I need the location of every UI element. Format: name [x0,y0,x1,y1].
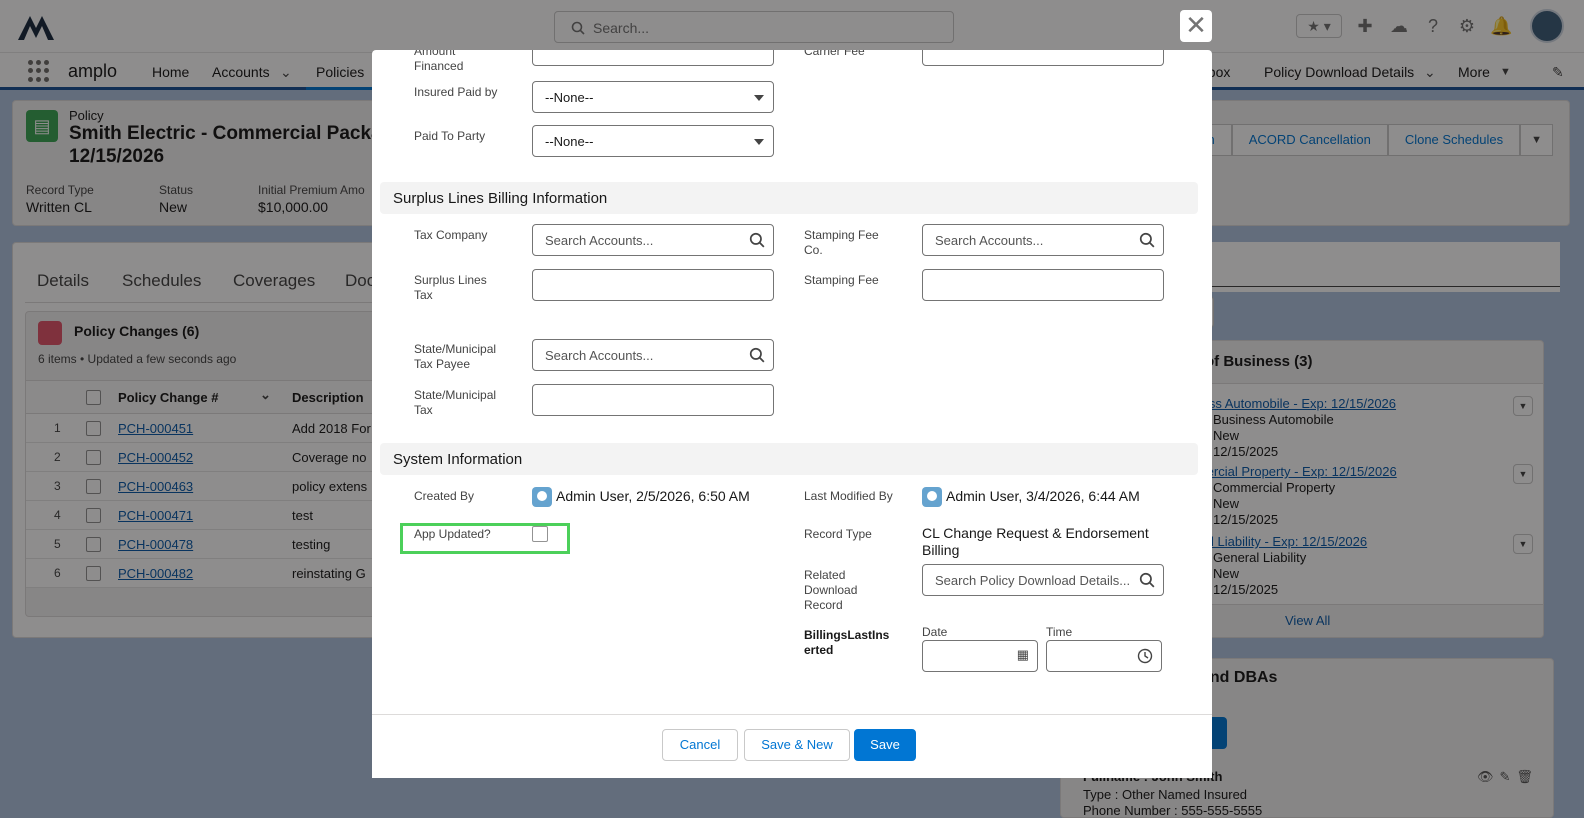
stamping-fee-input[interactable] [922,269,1164,301]
user-icon [922,487,942,507]
carrier-fee-label: Carrier Fee [804,50,865,58]
record-type-value: CL Change Request & Endorsement Billing [922,525,1149,558]
date-input[interactable]: ▦ [922,640,1038,672]
tax-company-lookup[interactable]: Search Accounts... [532,224,774,256]
modal-footer: Cancel Save & New Save [372,714,1212,778]
carrier-fee-input[interactable] [922,50,1164,66]
date-label: Date [922,625,948,639]
stamping-fee-co-lookup[interactable]: Search Accounts... [922,224,1164,256]
tax-company-label: Tax Company [414,228,488,242]
dropdown-caret-icon [754,139,764,145]
edit-record-modal: Amount Financed Carrier Fee Insured Paid… [372,50,1212,778]
search-icon [1139,232,1155,248]
dropdown-caret-icon [754,95,764,101]
state-tax-input[interactable] [532,384,774,416]
save-and-new-button[interactable]: Save & New [744,729,850,761]
save-button[interactable]: Save [854,729,916,761]
section-surplus-lines[interactable]: Surplus Lines Billing Information [380,182,1198,214]
time-label: Time [1046,625,1073,639]
created-by-label: Created By [414,489,475,503]
created-by-value[interactable]: Admin User, 2/5/2026, 6:50 AM [556,488,750,505]
state-tax-payee-label: State/Municipal Tax Payee [414,342,497,371]
search-icon [749,347,765,363]
search-icon [749,232,765,248]
insured-paid-by-select[interactable]: --None-- [532,81,774,113]
close-icon[interactable]: ✕ [1180,10,1212,42]
state-tax-label: State/Municipal Tax [414,388,497,417]
insured-paid-by-label: Insured Paid by [414,85,498,99]
last-modified-by-label: Last Modified By [804,489,893,503]
app-updated-label: App Updated? [414,527,491,541]
search-icon [1139,572,1155,588]
billings-last-inserted-label: BillingsLastInserted [804,628,890,657]
stamping-fee-co-label: Stamping Fee Co. [804,228,879,257]
surplus-lines-tax-label: Surplus Lines Tax [414,273,487,302]
surplus-lines-tax-input[interactable] [532,269,774,301]
related-download-record-label: Related Download Record [804,568,858,612]
state-tax-payee-lookup[interactable]: Search Accounts... [532,339,774,371]
app-updated-checkbox[interactable] [532,526,548,542]
cancel-button[interactable]: Cancel [662,729,738,761]
record-type-label: Record Type [804,527,872,541]
related-download-record-lookup[interactable]: Search Policy Download Details... [922,564,1164,596]
clock-icon[interactable] [1137,648,1153,664]
stamping-fee-label: Stamping Fee [804,273,879,287]
time-input[interactable] [1046,640,1162,672]
user-icon [532,487,552,507]
last-modified-by-value[interactable]: Admin User, 3/4/2026, 6:44 AM [946,488,1140,505]
section-system-information[interactable]: System Information [380,443,1198,475]
amount-financed-input[interactable] [532,50,774,66]
calendar-icon[interactable]: ▦ [1017,647,1029,663]
paid-to-party-select[interactable]: --None-- [532,125,774,157]
paid-to-party-label: Paid To Party [414,129,486,143]
amount-financed-label: Amount Financed [414,50,464,73]
